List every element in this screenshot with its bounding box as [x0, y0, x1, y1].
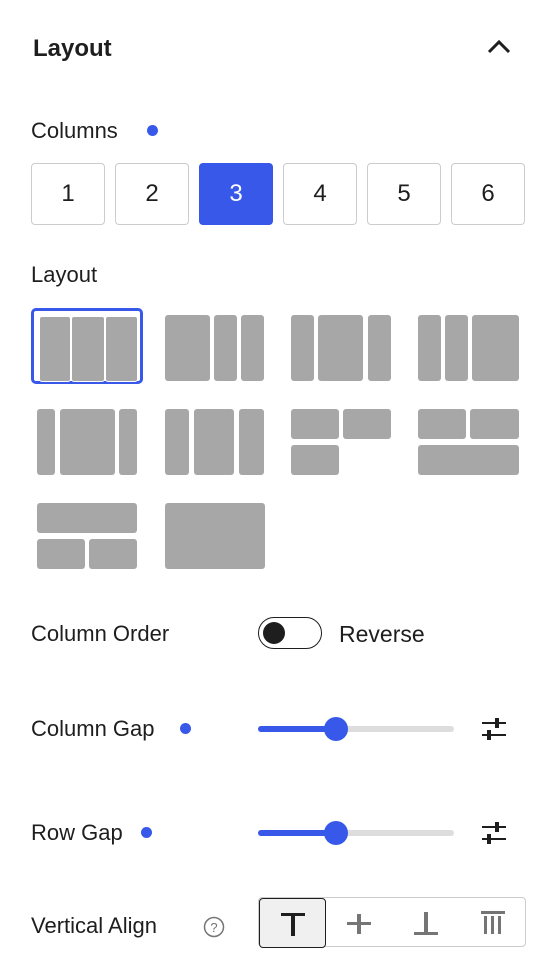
- chevron-up-icon[interactable]: [484, 34, 514, 60]
- align-center-icon: [347, 914, 371, 934]
- align-top-icon: [281, 913, 305, 936]
- layout-preset-full-over-two[interactable]: [32, 498, 144, 574]
- help-icon[interactable]: ?: [203, 916, 225, 938]
- align-top-button[interactable]: [259, 898, 326, 948]
- align-bottom-button[interactable]: [393, 898, 460, 948]
- column-order-label: Column Order: [31, 621, 170, 646]
- layout-preset-wide-center[interactable]: [286, 310, 398, 386]
- columns-option-5[interactable]: 5: [367, 163, 441, 225]
- svg-text:?: ?: [210, 920, 217, 935]
- column-gap-slider-thumb[interactable]: [324, 717, 349, 741]
- row-gap-label: Row Gap: [31, 820, 123, 845]
- columns-option-1[interactable]: 1: [31, 163, 105, 225]
- column-gap-custom-settings-icon[interactable]: [480, 716, 508, 742]
- align-center-button[interactable]: [326, 898, 393, 948]
- columns-option-4[interactable]: 4: [283, 163, 357, 225]
- panel-title: Layout: [33, 35, 112, 62]
- layout-preset-single[interactable]: [159, 498, 271, 574]
- row-gap-custom-settings-icon[interactable]: [480, 820, 508, 846]
- columns-label: Columns: [31, 118, 118, 143]
- layout-preset-grid-two-one[interactable]: [286, 404, 398, 480]
- layout-preset-center-heavy[interactable]: [159, 404, 271, 480]
- columns-option-2[interactable]: 2: [115, 163, 189, 225]
- vertical-align-group: [258, 897, 527, 948]
- toggle-knob: [263, 622, 285, 644]
- vertical-align-label: Vertical Align: [31, 913, 157, 938]
- layout-label: Layout: [31, 262, 98, 287]
- layout-preset-equal-thirds[interactable]: [31, 308, 143, 384]
- column-gap-label: Column Gap: [31, 716, 155, 741]
- row-gap-slider[interactable]: [258, 821, 454, 845]
- column-gap-modified-indicator: [180, 723, 191, 734]
- row-gap-slider-thumb[interactable]: [324, 821, 349, 845]
- layout-preset-wide-right[interactable]: [413, 310, 525, 386]
- columns-modified-indicator: [147, 125, 158, 136]
- layout-preset-narrow-sides[interactable]: [32, 404, 144, 480]
- columns-option-6[interactable]: 6: [451, 163, 525, 225]
- align-bottom-icon: [414, 912, 438, 935]
- column-gap-slider[interactable]: [258, 717, 454, 741]
- layout-preset-two-over-full[interactable]: [413, 404, 525, 480]
- align-stretch-icon: [481, 911, 505, 934]
- align-stretch-button[interactable]: [460, 898, 527, 948]
- columns-option-3[interactable]: 3: [199, 163, 273, 225]
- row-gap-modified-indicator: [141, 827, 152, 838]
- layout-preset-wide-left[interactable]: [159, 310, 271, 386]
- reverse-toggle[interactable]: [258, 617, 322, 649]
- reverse-toggle-label: Reverse: [339, 621, 425, 647]
